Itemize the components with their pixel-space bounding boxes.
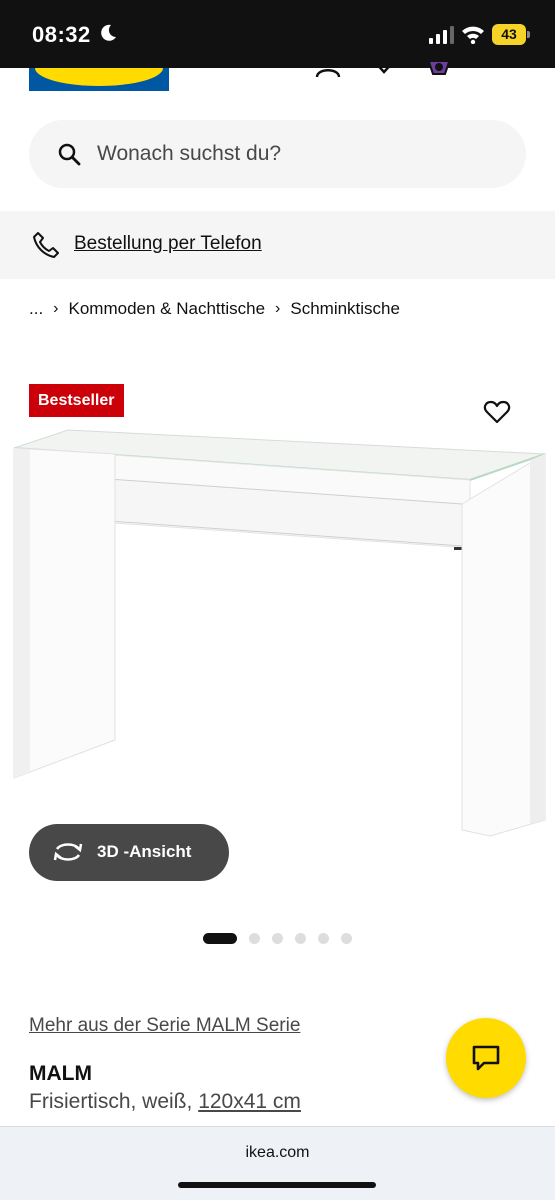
- chat-icon: [472, 1045, 500, 1071]
- 3d-view-button[interactable]: 3D -Ansicht: [29, 824, 229, 881]
- series-link[interactable]: Mehr aus der Serie MALM Serie: [29, 1015, 300, 1037]
- 3d-view-label: 3D -Ansicht: [97, 842, 192, 861]
- logo-oval: [35, 68, 163, 86]
- product-name: MALM: [29, 1062, 92, 1085]
- product-size-link[interactable]: 120x41 cm: [198, 1090, 301, 1113]
- signal-icon: [429, 26, 454, 44]
- battery-indicator: 43: [492, 24, 530, 45]
- account-icon[interactable]: [313, 60, 343, 78]
- carousel-dot-3[interactable]: [272, 932, 283, 944]
- status-time: 08:32: [32, 22, 91, 47]
- wifi-icon: [462, 26, 484, 44]
- chat-button[interactable]: [446, 1018, 526, 1098]
- rotate-3d-icon: [53, 843, 83, 861]
- browser-url[interactable]: ikea.com: [0, 1144, 555, 1162]
- carousel-dot-1[interactable]: [203, 932, 237, 944]
- breadcrumb: ... › Kommoden & Nachttische › Schminkti…: [29, 298, 400, 320]
- cart-icon[interactable]: [424, 60, 454, 78]
- bestseller-badge: Bestseller: [29, 384, 124, 417]
- battery-cap: [527, 31, 530, 38]
- product-type: Frisiertisch, weiß,: [29, 1090, 193, 1113]
- site-header: [0, 60, 555, 108]
- carousel-indicator: [203, 932, 364, 944]
- browser-address-bar[interactable]: ikea.com: [0, 1126, 555, 1200]
- carousel-dot-4[interactable]: [295, 932, 306, 944]
- status-bar: 08:32 43: [0, 0, 555, 68]
- ikea-logo[interactable]: [29, 68, 169, 91]
- search-input[interactable]: Wonach suchst du?: [97, 142, 281, 166]
- moon-icon: [101, 24, 116, 41]
- battery-level: 43: [492, 24, 526, 45]
- product-image[interactable]: [0, 420, 555, 850]
- carousel-dot-6[interactable]: [341, 932, 352, 944]
- breadcrumb-item-kommoden[interactable]: Kommoden & Nachttische: [69, 299, 266, 319]
- carousel-dot-2[interactable]: [249, 932, 260, 944]
- heart-icon[interactable]: [369, 60, 399, 78]
- phone-icon: [33, 232, 59, 258]
- product-description: Frisiertisch, weiß, 120x41 cm: [29, 1090, 301, 1114]
- chevron-right-icon: ›: [53, 300, 59, 317]
- breadcrumb-ellipsis[interactable]: ...: [29, 299, 43, 319]
- chevron-right-icon: ›: [275, 300, 281, 317]
- phone-order-link[interactable]: Bestellung per Telefon: [74, 233, 262, 255]
- menu-icon[interactable]: [482, 60, 512, 78]
- home-indicator: [178, 1182, 376, 1188]
- carousel-dot-5[interactable]: [318, 932, 329, 944]
- search-icon: [58, 143, 81, 166]
- search-bar[interactable]: Wonach suchst du?: [29, 120, 526, 188]
- breadcrumb-item-schminktische[interactable]: Schminktische: [290, 299, 400, 319]
- phone-order-banner: Bestellung per Telefon: [0, 211, 555, 279]
